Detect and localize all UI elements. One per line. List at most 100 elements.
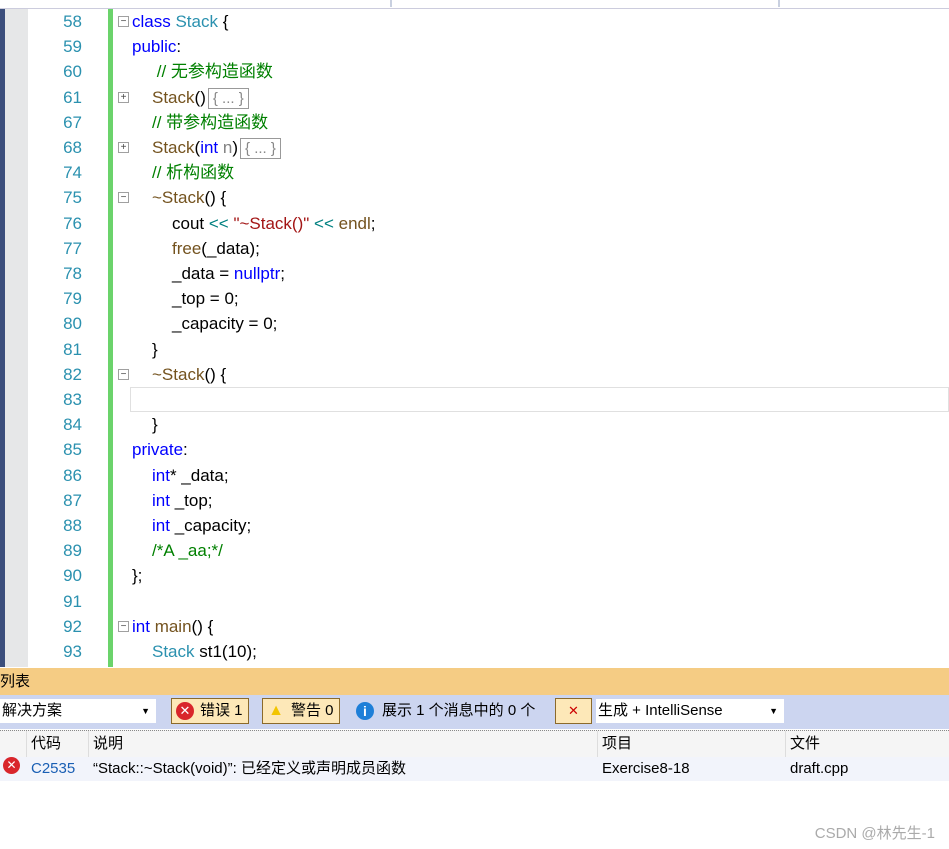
code-line[interactable]: 58 − class Stack {: [28, 9, 949, 34]
line-number: 58: [63, 12, 82, 31]
code-line[interactable]: 74 // 析构函数: [28, 160, 949, 185]
error-file: draft.cpp: [790, 760, 849, 777]
code-line[interactable]: 90};: [28, 563, 949, 588]
code-line[interactable]: 80 _capacity = 0;: [28, 311, 949, 336]
errors-filter-button[interactable]: ✕ 错误 1: [171, 698, 249, 724]
code-text: Stack st1(10);: [152, 639, 257, 664]
code-line[interactable]: 91: [28, 589, 949, 614]
code-line[interactable]: 78 _data = nullptr;: [28, 261, 949, 286]
code-token: endl: [338, 213, 371, 233]
expand-icon[interactable]: +: [118, 91, 129, 103]
warnings-filter-button[interactable]: ▲ 警告 0: [262, 698, 340, 724]
code-text: _data = nullptr;: [172, 261, 285, 286]
code-line[interactable]: 88 int _capacity;: [28, 513, 949, 538]
code-line[interactable]: 86 int* _data;: [28, 463, 949, 488]
error-code-link[interactable]: C2535: [31, 757, 75, 781]
code-line[interactable]: 87 int _top;: [28, 488, 949, 513]
collapse-icon[interactable]: −: [118, 368, 129, 380]
code-line[interactable]: 92 − int main() {: [28, 614, 949, 639]
code-token: n: [222, 138, 233, 157]
error-list-title: 列表: [0, 668, 949, 695]
code-token: (_data);: [201, 238, 260, 258]
column-project[interactable]: 项目: [597, 731, 784, 757]
code-line[interactable]: 68 + Stack(int n){ ... }: [28, 135, 949, 160]
code-text: public:: [132, 34, 181, 59]
code-line[interactable]: 85 private:: [28, 437, 949, 462]
code-line[interactable]: 89 /*A _aa;*/: [28, 538, 949, 563]
code-token: () {: [191, 616, 214, 636]
warning-icon: ▲: [268, 702, 284, 719]
code-token: <<: [314, 213, 339, 233]
code-line[interactable]: 59 public:: [28, 34, 949, 59]
code-line[interactable]: 61 + Stack(){ ... }: [28, 85, 949, 110]
code-token: _top = 0;: [172, 289, 239, 309]
code-line[interactable]: 79 _top = 0;: [28, 286, 949, 311]
column-description[interactable]: 说明: [88, 731, 598, 757]
watermark: CSDN @林先生-1: [814, 825, 935, 842]
line-number: 86: [63, 465, 82, 485]
indicator-margin: [5, 9, 28, 667]
code-token: cout: [172, 213, 209, 233]
code-token: () {: [204, 364, 227, 384]
collapse-icon[interactable]: −: [118, 16, 129, 27]
code-line[interactable]: 81}: [28, 337, 949, 362]
code-text: }: [152, 412, 158, 437]
error-row[interactable]: ✕ C2535 “Stack::~Stack(void)”: 已经定义或声明成员…: [0, 757, 949, 781]
code-text: ~Stack() {: [152, 362, 226, 387]
code-token: ~Stack: [152, 188, 205, 208]
code-text: int main() {: [132, 614, 213, 639]
line-number: 88: [63, 516, 82, 535]
error-icon: ✕: [3, 757, 20, 774]
code-token: st1(10);: [199, 642, 257, 661]
project-dropdown[interactable]: [0, 0, 392, 7]
code-line[interactable]: 67 // 带参构造函数: [28, 110, 949, 135]
code-line[interactable]: 82 − ~Stack() {: [28, 362, 949, 387]
code-token: int: [152, 490, 175, 510]
code-text: // 无参构造函数: [152, 59, 273, 84]
code-token: Stack: [152, 642, 200, 661]
code-token: ): [232, 138, 239, 157]
chevron-down-icon: ▼: [141, 706, 150, 716]
code-line[interactable]: 60 // 无参构造函数: [28, 59, 949, 84]
chevron-down-icon: ▼: [769, 706, 778, 716]
code-text: int* _data;: [152, 463, 229, 488]
line-number: 68: [63, 138, 82, 157]
collapse-icon[interactable]: −: [118, 620, 129, 632]
error-list-header: 代码 说明 项目 文件: [0, 730, 949, 758]
scope-dropdown[interactable]: 解决方案 ▼: [0, 699, 156, 723]
line-number: 81: [63, 339, 82, 359]
expand-icon[interactable]: +: [118, 142, 129, 153]
collapsed-block[interactable]: { ... }: [240, 138, 281, 159]
code-line[interactable]: 77 free(_data);: [28, 236, 949, 261]
code-line[interactable]: 93 Stack st1(10);: [28, 639, 949, 664]
line-number: 83: [63, 390, 82, 409]
code-token: // 带参构造函数: [152, 112, 269, 132]
code-editor[interactable]: 58− class Stack {59 public: 60 // 无参构造函数 61 +…: [28, 9, 949, 667]
member-dropdown[interactable]: [780, 0, 949, 7]
code-token: () {: [204, 188, 227, 208]
code-token: int: [200, 138, 223, 157]
code-line[interactable]: 83: [28, 387, 949, 412]
code-text: // 带参构造函数: [152, 110, 268, 135]
code-line[interactable]: 84}: [28, 412, 949, 437]
code-text: int _capacity;: [152, 513, 251, 538]
code-token: Stack: [152, 87, 195, 107]
messages-filter-button[interactable]: i 展示 1 个消息中的 0 个: [356, 698, 535, 724]
line-number: 76: [63, 213, 82, 233]
collapsed-block[interactable]: { ... }: [207, 87, 249, 109]
code-text: };: [132, 563, 142, 588]
column-file[interactable]: 文件: [785, 731, 949, 757]
code-token: :: [183, 440, 188, 460]
code-line[interactable]: 76 cout << "~Stack()" << endl;: [28, 211, 949, 236]
clear-filter-button[interactable]: ✕: [555, 698, 592, 724]
navigation-bar: [0, 0, 949, 9]
collapse-icon[interactable]: −: [118, 192, 129, 204]
line-number: 82: [63, 364, 82, 384]
column-code[interactable]: 代码: [26, 731, 91, 757]
source-dropdown[interactable]: 生成 + IntelliSense ▼: [596, 699, 784, 723]
code-line[interactable]: 75 − ~Stack() {: [28, 185, 949, 210]
line-number: 59: [63, 37, 82, 57]
filter-clear-icon: ✕: [568, 703, 579, 718]
class-dropdown[interactable]: [392, 0, 780, 7]
code-token: int: [152, 465, 170, 485]
